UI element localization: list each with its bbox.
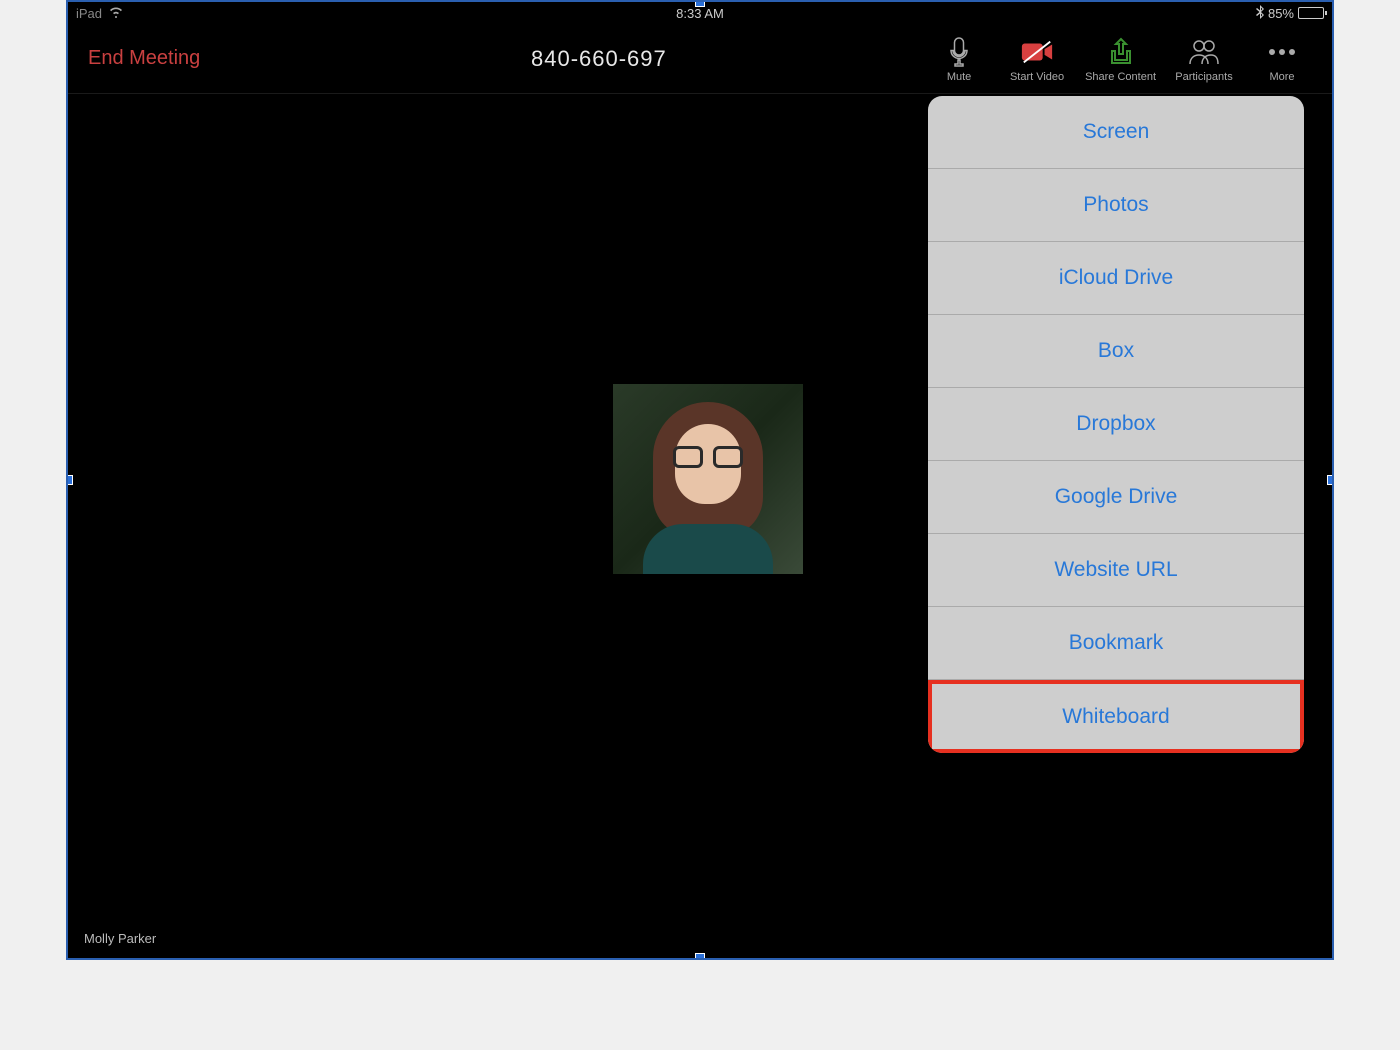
share-option-screen[interactable]: Screen: [928, 96, 1304, 169]
share-option-website-url[interactable]: Website URL: [928, 534, 1304, 607]
start-video-label: Start Video: [1010, 71, 1064, 83]
share-option-google-drive[interactable]: Google Drive: [928, 461, 1304, 534]
share-content-button[interactable]: Share Content: [1085, 35, 1156, 83]
more-icon: [1265, 35, 1299, 69]
share-option-photos[interactable]: Photos: [928, 169, 1304, 242]
microphone-icon: [942, 35, 976, 69]
status-bar: iPad 8:33 AM 85%: [68, 2, 1332, 24]
participants-label: Participants: [1175, 71, 1232, 83]
battery-icon: [1298, 7, 1324, 19]
meeting-id: 840-660-697: [531, 46, 667, 72]
wifi-icon: [108, 6, 124, 21]
more-label: More: [1269, 71, 1294, 83]
participant-name: Molly Parker: [84, 931, 156, 946]
device-frame: iPad 8:33 AM 85% End Meeting 840-660-697…: [66, 0, 1334, 960]
device-label: iPad: [76, 6, 102, 21]
bluetooth-icon: [1256, 5, 1264, 22]
avatar: [613, 384, 803, 574]
mute-button[interactable]: Mute: [929, 35, 989, 83]
participants-button[interactable]: Participants: [1174, 35, 1234, 83]
end-meeting-button[interactable]: End Meeting: [88, 47, 200, 70]
share-option-box[interactable]: Box: [928, 315, 1304, 388]
video-off-icon: [1020, 35, 1054, 69]
participant-tile[interactable]: [613, 384, 803, 574]
popover-arrow: [1160, 96, 1184, 98]
share-option-bookmark[interactable]: Bookmark: [928, 607, 1304, 680]
share-content-label: Share Content: [1085, 71, 1156, 83]
participants-icon: [1187, 35, 1221, 69]
share-icon: [1104, 35, 1138, 69]
share-option-whiteboard[interactable]: Whiteboard: [928, 680, 1304, 753]
more-button[interactable]: More: [1252, 35, 1312, 83]
toolbar-actions: Mute Start Video Share Content Participa…: [929, 35, 1312, 83]
status-left: iPad: [76, 6, 124, 21]
meeting-toolbar: End Meeting 840-660-697 Mute Start Video…: [68, 24, 1332, 94]
start-video-button[interactable]: Start Video: [1007, 35, 1067, 83]
battery-percent: 85%: [1268, 6, 1294, 21]
share-content-popover: ScreenPhotosiCloud DriveBoxDropboxGoogle…: [928, 96, 1304, 753]
share-option-icloud-drive[interactable]: iCloud Drive: [928, 242, 1304, 315]
status-right: 85%: [1256, 5, 1324, 22]
share-option-dropbox[interactable]: Dropbox: [928, 388, 1304, 461]
mute-label: Mute: [947, 71, 971, 83]
status-time: 8:33 AM: [676, 6, 724, 21]
